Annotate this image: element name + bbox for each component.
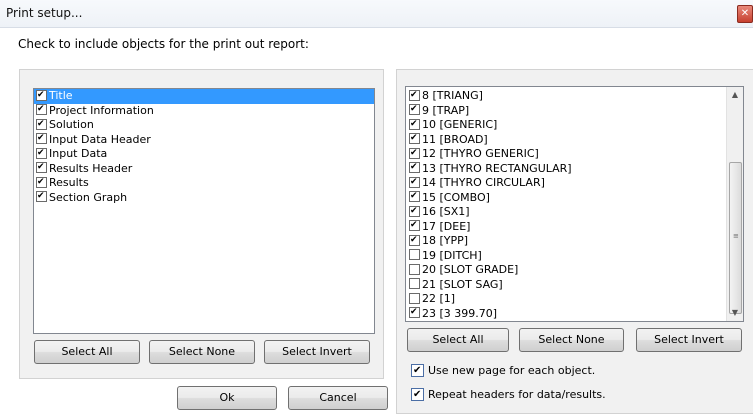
object-item-checkbox[interactable]	[409, 307, 420, 318]
object-item-checkbox[interactable]	[409, 220, 420, 231]
object-item-label: 16 [SX1]	[422, 205, 470, 218]
object-item-checkbox[interactable]	[409, 176, 420, 188]
object-item-label: 13 [THYRO RECTANGULAR]	[422, 161, 572, 175]
object-item-label: 15 [COMBO]	[422, 190, 490, 204]
object-item-label: 11 [BROAD]	[422, 132, 488, 146]
report-section-item[interactable]: Project Information	[34, 104, 374, 119]
object-item-checkbox[interactable]	[409, 205, 420, 217]
object-item-label: 10 [GENERIC]	[422, 118, 498, 131]
object-item[interactable]: 13 [THYRO RECTANGULAR]	[406, 162, 726, 177]
report-section-item[interactable]: Title	[34, 89, 374, 104]
title-bar: Print setup... ✕	[0, 0, 753, 28]
object-item-label: 18 [YPP]	[422, 234, 469, 247]
object-item[interactable]: 19 [DITCH]	[406, 249, 726, 264]
report-section-item-label: Project Information	[49, 103, 154, 117]
report-sections-panel: TitleProject InformationSolutionInput Da…	[19, 69, 384, 379]
scroll-grip-icon: ≡	[733, 232, 739, 240]
cancel-button[interactable]: Cancel	[288, 386, 388, 410]
scroll-up-icon[interactable]: ▲	[727, 87, 743, 103]
close-icon[interactable]: ✕	[737, 5, 753, 23]
report-section-item-checkbox[interactable]	[36, 118, 47, 130]
object-item[interactable]: 21 [SLOT SAG]	[406, 278, 726, 293]
objects-list[interactable]: 8 [TRIANG]9 [TRAP]10 [GENERIC]11 [BROAD]…	[405, 86, 744, 322]
report-section-item-checkbox[interactable]	[36, 104, 47, 115]
object-item-checkbox[interactable]	[409, 263, 420, 275]
report-section-item-checkbox[interactable]	[36, 133, 47, 144]
scroll-thumb[interactable]: ≡	[729, 162, 742, 314]
object-item-checkbox[interactable]	[409, 89, 420, 101]
report-section-item-label: Results Header	[49, 161, 133, 175]
report-section-item-checkbox[interactable]	[36, 191, 47, 202]
report-section-item[interactable]: Section Graph	[34, 191, 374, 206]
object-item[interactable]: 22 [1]	[406, 292, 726, 307]
object-item[interactable]: 20 [SLOT GRADE]	[406, 263, 726, 278]
report-sections-list[interactable]: TitleProject InformationSolutionInput Da…	[33, 88, 375, 334]
object-item-label: 14 [THYRO CIRCULAR]	[422, 176, 545, 189]
ok-button[interactable]: Ok	[177, 386, 277, 410]
object-item[interactable]: 17 [DEE]	[406, 220, 726, 235]
report-section-item-checkbox[interactable]	[36, 147, 47, 159]
object-item[interactable]: 14 [THYRO CIRCULAR]	[406, 176, 726, 191]
object-item-label: 21 [SLOT SAG]	[422, 277, 503, 291]
object-item-checkbox[interactable]	[409, 249, 420, 260]
report-section-item-checkbox[interactable]	[36, 162, 47, 173]
left-select-all-button[interactable]: Select All	[34, 340, 140, 364]
object-item[interactable]: 18 [YPP]	[406, 234, 726, 249]
object-item-label: 19 [DITCH]	[422, 248, 482, 262]
left-select-invert-button[interactable]: Select Invert	[264, 340, 370, 364]
new-page-option[interactable]: Use new page for each object.	[411, 363, 596, 378]
instruction-text: Check to include objects for the print o…	[18, 37, 309, 51]
object-item-checkbox[interactable]	[409, 118, 420, 130]
object-item-checkbox[interactable]	[409, 133, 420, 144]
object-item[interactable]: 23 [3 399.70]	[406, 307, 726, 322]
report-section-item-checkbox[interactable]	[36, 176, 47, 188]
report-section-item-label: Title	[49, 89, 73, 104]
right-select-invert-button[interactable]: Select Invert	[636, 328, 742, 352]
repeat-headers-option[interactable]: Repeat headers for data/results.	[411, 387, 606, 402]
object-item-label: 20 [SLOT GRADE]	[422, 263, 519, 276]
object-item-label: 8 [TRIANG]	[422, 89, 483, 102]
object-item-checkbox[interactable]	[409, 104, 420, 115]
object-item-checkbox[interactable]	[409, 278, 420, 289]
report-section-item[interactable]: Input Data Header	[34, 133, 374, 148]
right-select-none-button[interactable]: Select None	[519, 328, 624, 352]
object-item-checkbox[interactable]	[409, 292, 420, 304]
object-item-checkbox[interactable]	[409, 234, 420, 246]
object-item-label: 12 [THYRO GENERIC]	[422, 147, 539, 160]
scroll-down-icon[interactable]: ▼	[727, 305, 743, 321]
report-section-item[interactable]: Results Header	[34, 162, 374, 177]
report-section-item[interactable]: Results	[34, 176, 374, 191]
report-section-item[interactable]: Solution	[34, 118, 374, 133]
object-item-label: 22 [1]	[422, 292, 456, 305]
objects-panel: 8 [TRIANG]9 [TRAP]10 [GENERIC]11 [BROAD]…	[396, 69, 753, 414]
new-page-label: Use new page for each object.	[428, 364, 596, 377]
object-item-checkbox[interactable]	[409, 162, 420, 173]
object-item[interactable]: 8 [TRIANG]	[406, 89, 726, 104]
object-item[interactable]: 10 [GENERIC]	[406, 118, 726, 133]
objects-list-scrollbar[interactable]: ▲ ≡ ▼	[726, 87, 743, 321]
object-item[interactable]: 12 [THYRO GENERIC]	[406, 147, 726, 162]
object-item-label: 23 [3 399.70]	[422, 306, 498, 320]
object-item[interactable]: 11 [BROAD]	[406, 133, 726, 148]
object-item-checkbox[interactable]	[409, 147, 420, 159]
left-select-none-button[interactable]: Select None	[149, 340, 255, 364]
object-item[interactable]: 16 [SX1]	[406, 205, 726, 220]
new-page-checkbox[interactable]	[411, 363, 424, 377]
report-section-item-label: Solution	[49, 118, 94, 131]
repeat-headers-label: Repeat headers for data/results.	[428, 388, 606, 401]
report-section-item-label: Input Data	[49, 147, 108, 160]
object-item-label: 9 [TRAP]	[422, 103, 470, 117]
object-item[interactable]: 9 [TRAP]	[406, 104, 726, 119]
repeat-headers-checkbox[interactable]	[411, 387, 424, 401]
report-section-item-label: Section Graph	[49, 190, 128, 204]
object-item-checkbox[interactable]	[409, 191, 420, 202]
object-item[interactable]: 15 [COMBO]	[406, 191, 726, 206]
report-section-item-checkbox[interactable]	[36, 89, 47, 101]
window-title: Print setup...	[6, 6, 83, 20]
report-section-item-label: Input Data Header	[49, 132, 151, 146]
right-select-all-button[interactable]: Select All	[407, 328, 509, 352]
report-section-item[interactable]: Input Data	[34, 147, 374, 162]
object-item-label: 17 [DEE]	[422, 219, 471, 233]
report-section-item-label: Results	[49, 176, 89, 189]
